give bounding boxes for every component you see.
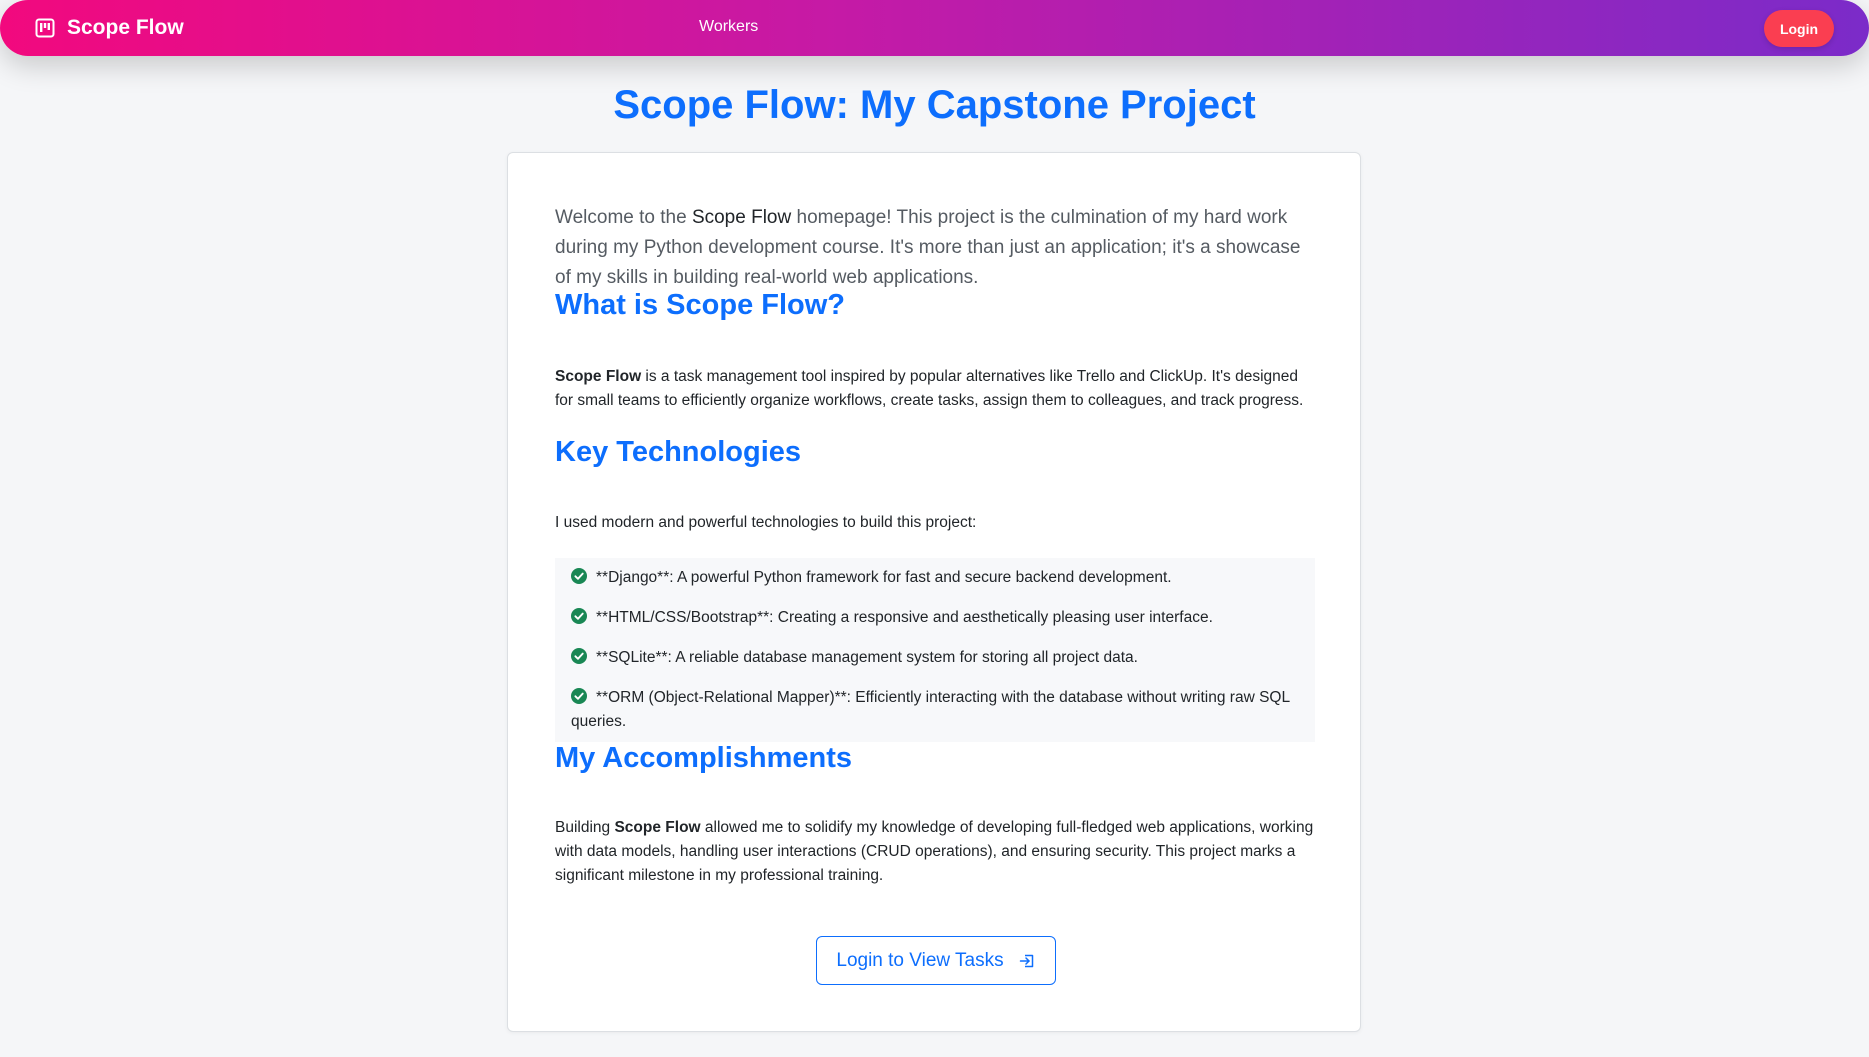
check-circle-icon <box>571 608 587 624</box>
check-circle-icon <box>571 568 587 584</box>
section-title-what: What is Scope Flow? <box>555 289 846 321</box>
kanban-icon <box>35 18 55 38</box>
check-circle-icon <box>571 688 587 704</box>
what-project-name: Scope Flow <box>555 368 642 385</box>
login-button[interactable]: Login <box>1764 10 1834 47</box>
tech-item-text: **Django**: A powerful Python framework … <box>596 569 1172 586</box>
tech-intro: I used modern and powerful technologies … <box>555 514 977 531</box>
list-item: **HTML/CSS/Bootstrap**: Creating a respo… <box>571 606 1301 630</box>
nav-link-workers[interactable]: Workers <box>699 18 758 36</box>
cta-label: Login to View Tasks <box>836 949 1004 971</box>
brand-link[interactable]: Scope Flow <box>35 0 184 56</box>
check-circle-icon <box>571 648 587 664</box>
list-item: **SQLite**: A reliable database manageme… <box>571 646 1301 670</box>
tech-item-text: **SQLite**: A reliable database manageme… <box>596 649 1138 666</box>
top-navbar: Scope Flow Workers Login <box>0 0 1869 56</box>
what-text: is a task management tool inspired by po… <box>555 368 1304 409</box>
section-title-accomplishments: My Accomplishments <box>555 742 853 774</box>
brand-name: Scope Flow <box>67 16 184 39</box>
content-card: Welcome to the Scope Flow homepage! This… <box>507 152 1361 1032</box>
login-to-view-tasks-button[interactable]: Login to View Tasks <box>816 936 1056 985</box>
page-title: Scope Flow: My Capstone Project <box>613 83 1256 127</box>
tech-item-text: **HTML/CSS/Bootstrap**: Creating a respo… <box>596 609 1213 626</box>
tech-list: **Django**: A powerful Python framework … <box>555 558 1315 742</box>
acc-text-start: Building <box>555 819 615 836</box>
box-arrow-in-right-icon <box>1019 954 1033 967</box>
list-item: **ORM (Object-Relational Mapper)**: Effi… <box>571 686 1301 734</box>
intro-project-name: Scope Flow <box>691 207 792 228</box>
intro-paragraph: Welcome to the Scope Flow homepage! This… <box>555 203 1315 293</box>
intro-text-start: Welcome to the <box>555 207 692 228</box>
tech-item-text: **ORM (Object-Relational Mapper)**: Effi… <box>571 689 1290 730</box>
what-paragraph: Scope Flow is a task management tool ins… <box>555 365 1315 413</box>
acc-project-name: Scope Flow <box>614 819 701 836</box>
section-title-tech: Key Technologies <box>555 436 802 468</box>
accomplishments-paragraph: Building Scope Flow allowed me to solidi… <box>555 816 1315 888</box>
list-item: **Django**: A powerful Python framework … <box>571 566 1301 590</box>
